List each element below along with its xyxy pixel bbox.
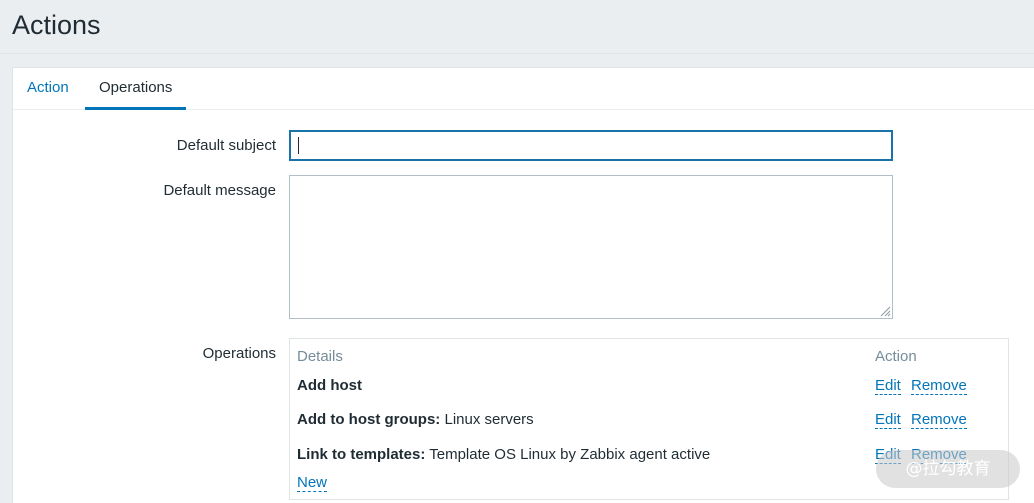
operation-value: Template OS Linux by Zabbix agent active: [425, 446, 711, 463]
tab-bar: Action Operations: [13, 68, 1034, 110]
tab-action[interactable]: Action: [13, 68, 83, 110]
column-header-details: Details: [297, 348, 343, 365]
operation-detail: Link to templates: Template OS Linux by …: [297, 446, 710, 463]
tab-operations[interactable]: Operations: [85, 68, 187, 110]
column-header-action: Action: [875, 348, 917, 365]
default-message-label: Default message: [163, 182, 276, 199]
resize-grip-icon[interactable]: [879, 305, 891, 317]
edit-link[interactable]: Edit: [875, 411, 901, 429]
operations-label: Operations: [202, 345, 276, 362]
remove-link[interactable]: Remove: [911, 377, 967, 395]
operation-value: Linux servers: [440, 411, 534, 428]
text-caret: [298, 137, 299, 154]
default-subject-label: Default subject: [176, 137, 276, 154]
table-row: Add host Edit Remove: [290, 377, 1008, 401]
default-message-textarea[interactable]: [289, 175, 893, 319]
edit-link[interactable]: Edit: [875, 377, 901, 395]
operation-detail: Add host: [297, 377, 362, 394]
operation-title: Add host: [297, 377, 362, 394]
operation-title: Add to host groups:: [297, 411, 441, 428]
page-title: Actions: [12, 10, 101, 40]
operation-title: Link to templates:: [297, 446, 426, 463]
default-subject-input[interactable]: [289, 130, 893, 161]
table-row: Add to host groups: Linux servers Edit R…: [290, 411, 1008, 435]
new-operation-link[interactable]: New: [297, 474, 328, 492]
remove-link[interactable]: Remove: [911, 411, 967, 429]
action-form-panel: Action Operations Default subject Defaul…: [12, 67, 1034, 503]
watermark: @拉勾教育: [876, 450, 1020, 488]
operation-detail: Add to host groups: Linux servers: [297, 411, 534, 428]
page-header: Actions: [0, 0, 1034, 54]
